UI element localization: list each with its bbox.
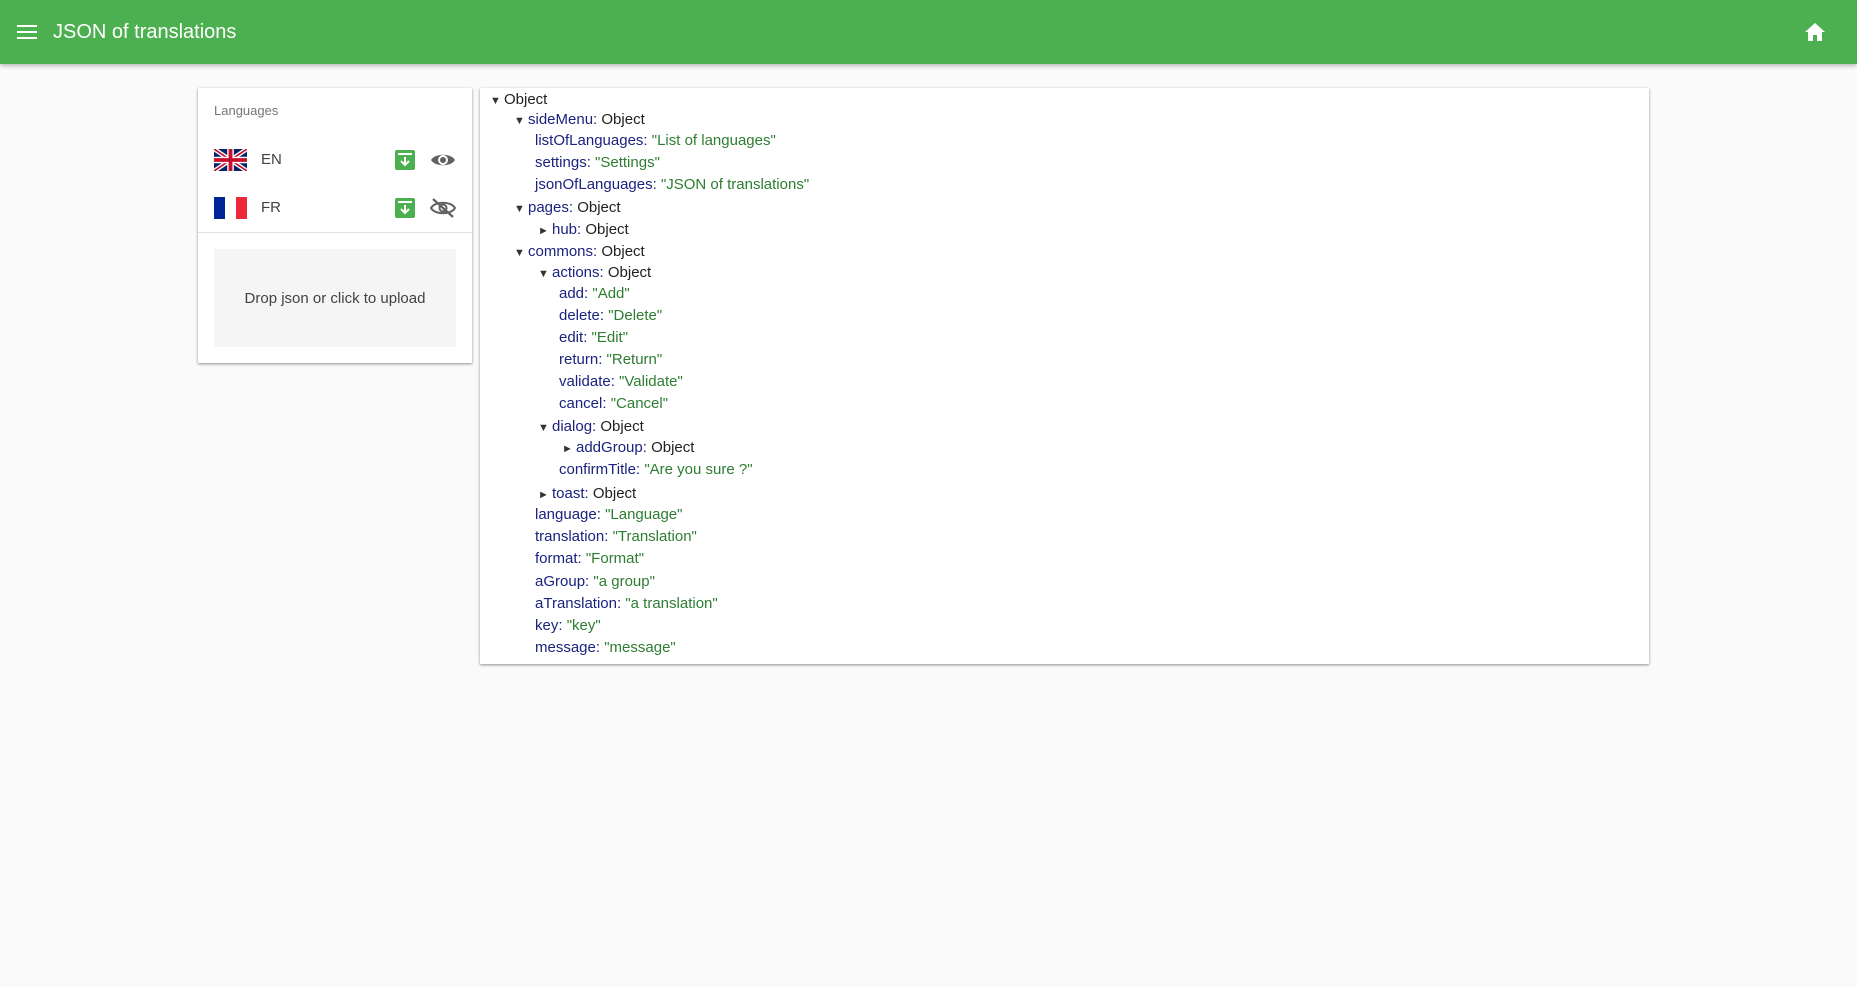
tree-leaf-return: return: "Return" xyxy=(559,351,663,368)
tree-leaf-agroup: aGroup: "a group" xyxy=(535,573,655,590)
tree-node-toast[interactable]: ► toast: Object xyxy=(538,485,636,503)
expanded-arrow-icon: ▼ xyxy=(538,422,549,434)
eye-icon[interactable] xyxy=(430,148,456,172)
collapsed-arrow-icon: ► xyxy=(538,489,549,501)
tree-leaf-atranslation: aTranslation: "a translation" xyxy=(535,595,718,612)
tree-leaf-translation: translation: "Translation" xyxy=(535,528,697,545)
upload-dropzone[interactable]: Drop json or click to upload xyxy=(214,249,456,347)
tree-node-root[interactable]: ▼ Object xyxy=(490,91,547,109)
page-title: JSON of translations xyxy=(53,21,237,43)
download-icon[interactable] xyxy=(395,150,415,170)
uk-flag-icon xyxy=(214,149,247,171)
tree-node-sidemenu[interactable]: ▼ sideMenu: Object xyxy=(514,111,645,129)
tree-node-pages[interactable]: ▼ pages: Object xyxy=(514,199,621,217)
app-bar: JSON of translations xyxy=(0,0,1857,64)
language-item-fr[interactable]: FR xyxy=(198,185,472,231)
tree-leaf-confirmtitle: confirmTitle: "Are you sure ?" xyxy=(559,461,753,478)
tree-node-actions[interactable]: ▼ actions: Object xyxy=(538,264,651,282)
tree-node-hub[interactable]: ► hub: Object xyxy=(538,221,629,239)
home-icon xyxy=(1805,23,1825,41)
language-code: EN xyxy=(261,151,282,168)
expanded-arrow-icon: ▼ xyxy=(514,203,525,215)
tree-leaf-key: key: "key" xyxy=(535,617,601,634)
tree-node-commons[interactable]: ▼ commons: Object xyxy=(514,243,645,261)
collapsed-arrow-icon: ► xyxy=(562,443,573,455)
tree-leaf-delete: delete: "Delete" xyxy=(559,307,663,324)
france-flag-icon xyxy=(214,197,247,219)
expanded-arrow-icon: ▼ xyxy=(514,247,525,259)
tree-leaf-settings: settings: "Settings" xyxy=(535,154,660,171)
tree-leaf-add: add: "Add" xyxy=(559,285,630,302)
home-button[interactable] xyxy=(1797,16,1833,48)
menu-icon xyxy=(17,25,37,39)
tree-leaf-message: message: "message" xyxy=(535,639,676,656)
tree-node-addgroup[interactable]: ► addGroup: Object xyxy=(562,439,694,457)
collapsed-arrow-icon: ► xyxy=(538,225,549,237)
expanded-arrow-icon: ▼ xyxy=(490,95,501,107)
tree-leaf-language: language: "Language" xyxy=(535,506,683,523)
tree-leaf-cancel: cancel: "Cancel" xyxy=(559,395,669,412)
language-code: FR xyxy=(261,199,281,216)
languages-panel: Languages EN FR Drop json or click to up… xyxy=(198,88,472,363)
eye-off-icon[interactable] xyxy=(430,196,456,220)
languages-subheader: Languages xyxy=(214,103,279,118)
menu-button[interactable] xyxy=(10,16,44,48)
tree-leaf-validate: validate: "Validate" xyxy=(559,373,683,390)
language-item-en[interactable]: EN xyxy=(198,137,472,183)
tree-leaf-edit: edit: "Edit" xyxy=(559,329,629,346)
tree-leaf-listoflanguages: listOfLanguages: "List of languages" xyxy=(535,132,776,149)
expanded-arrow-icon: ▼ xyxy=(514,115,525,127)
expanded-arrow-icon: ▼ xyxy=(538,268,549,280)
json-tree-viewer: ▼ Object ▼ sideMenu: Object listOfLanguage… xyxy=(480,88,1649,664)
divider xyxy=(198,232,472,233)
tree-leaf-jsonoflanguages: jsonOfLanguages: "JSON of translations" xyxy=(535,176,810,193)
tree-node-dialog[interactable]: ▼ dialog: Object xyxy=(538,418,644,436)
tree-leaf-format: format: "Format" xyxy=(535,550,645,567)
download-icon[interactable] xyxy=(395,198,415,218)
